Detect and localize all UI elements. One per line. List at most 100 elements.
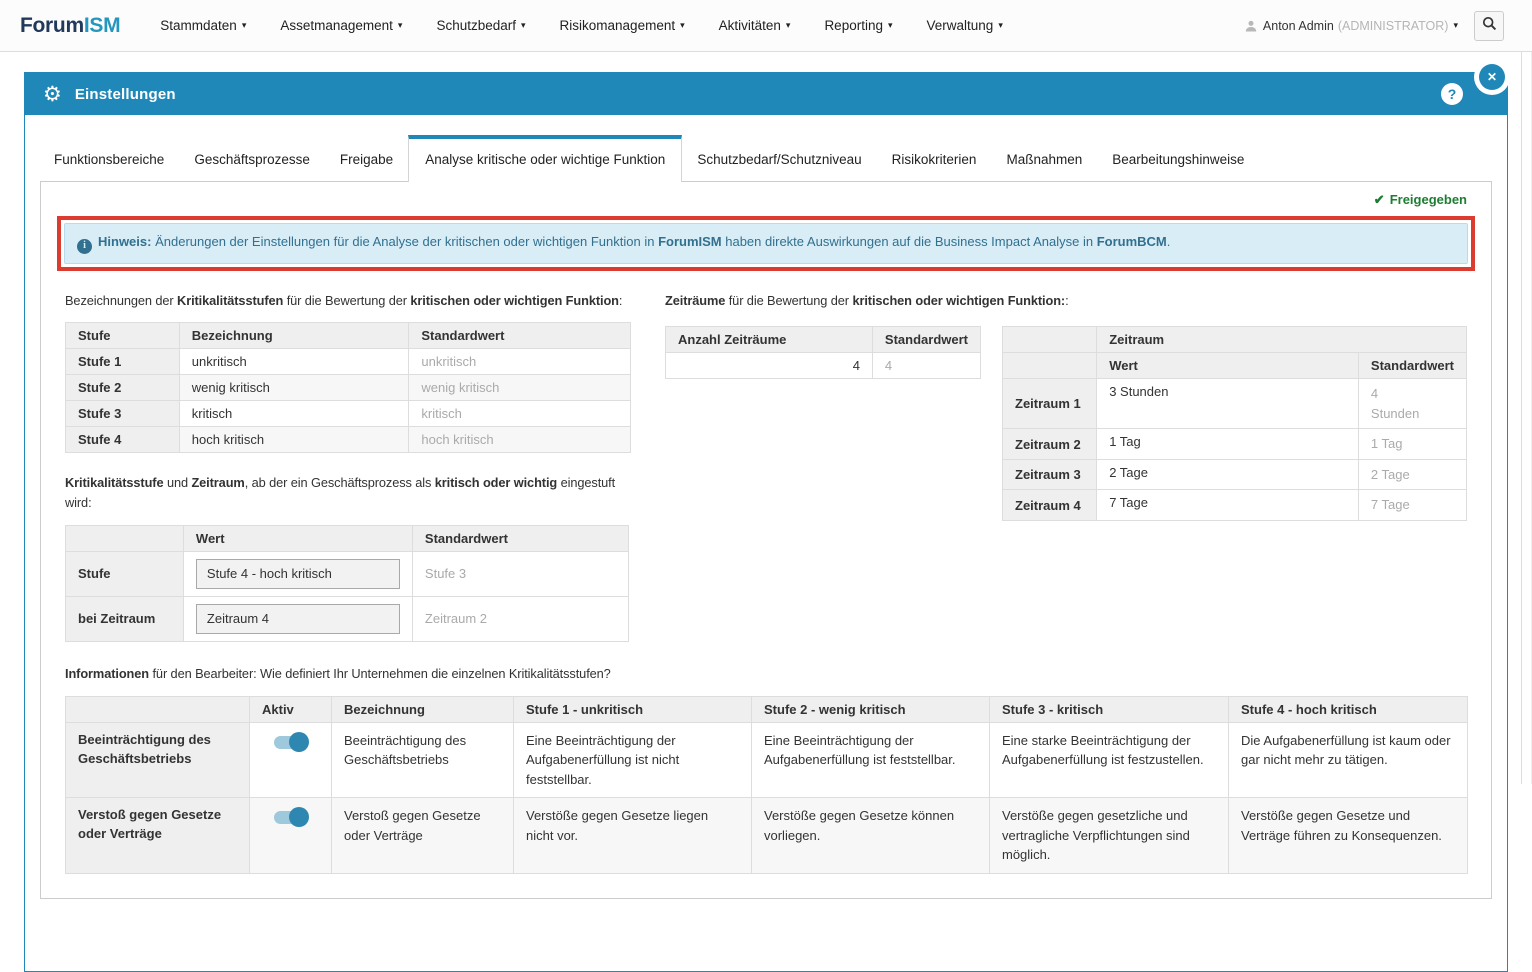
settings-window-header: ⚙ Einstellungen ? ✕ [25,73,1507,115]
bezeichnung-cell[interactable]: Verstoß gegen Gesetze oder Verträge [332,798,514,874]
row-label: Beeinträchtigung des Geschäftsbetriebs [66,722,250,798]
tab-freigabe[interactable]: Freigabe [325,140,408,181]
col-header-stufe1: Stufe 1 - unkritisch [514,696,752,722]
period-count-value[interactable]: 4 [666,353,873,379]
table-row: bei Zeitraum Zeitraum 2 [66,596,629,641]
col-header-wert: Wert [183,525,412,551]
tab-massnahmen[interactable]: Maßnahmen [991,140,1097,181]
chevron-down-icon [1453,20,1458,31]
menu-stammdaten[interactable]: Stammdaten [160,18,246,33]
info-icon: i [77,239,92,254]
tab-geschaeftsprozesse[interactable]: Geschäftsprozesse [179,140,325,181]
empty-header-cell [66,525,184,551]
stufe1-description-cell[interactable]: Verstöße gegen Gesetze liegen nicht vor. [514,798,752,874]
hint-text: Hinweis: Änderungen der Einstellungen fü… [98,234,1170,249]
help-button[interactable]: ? [1441,83,1463,105]
col-header-bezeichnung: Bezeichnung [332,696,514,722]
stufe3-description-cell[interactable]: Eine starke Beeinträchtigung der Aufgabe… [990,722,1229,798]
close-button[interactable]: ✕ [1479,64,1505,90]
menu-verwaltung[interactable]: Verwaltung [927,18,1003,33]
check-icon: ✔ [1374,192,1385,207]
search-button[interactable] [1474,11,1504,41]
tab-bearbeitungshinweise[interactable]: Bearbeitungshinweise [1097,140,1259,181]
user-icon [1245,20,1257,32]
table-group-header-row: Zeitraum [1003,327,1467,353]
criticality-section: Bezeichnungen der Kritikalitätsstufen fü… [65,283,631,642]
hint-banner: i Hinweis: Änderungen der Einstellungen f… [64,223,1468,264]
window-title: Einstellungen [75,86,176,103]
empty-header-cell [1003,327,1097,353]
logo-part-ism: ISM [84,14,120,37]
chevron-down-icon [998,20,1003,31]
aktiv-toggle[interactable] [274,736,307,749]
tab-risikokriterien[interactable]: Risikokriterien [877,140,992,181]
level-value-cell[interactable]: unkritisch [179,349,409,375]
row-label: Verstoß gegen Gesetze oder Verträge [66,798,250,874]
user-name: Anton Admin [1263,19,1334,33]
search-icon [1482,16,1497,36]
level-value-cell[interactable]: hoch kritisch [179,427,409,453]
zeitraum-select-field[interactable] [196,604,400,634]
periods-section: Zeiträume für die Bewertung der kritisch… [665,283,1467,642]
bezeichnung-cell[interactable]: Beeinträchtigung des Geschäftsbetriebs [332,722,514,798]
table-header-row: Anzahl Zeiträume Standardwert [666,327,981,353]
app-logo[interactable]: ForumISM [20,14,120,38]
row-label: Zeitraum 1 [1003,379,1097,429]
row-label: Stufe 1 [66,349,180,375]
editor-info-section: Informationen für den Bearbeiter: Wie de… [65,664,1467,874]
level-default-cell: hoch kritisch [409,427,631,453]
menu-assetmanagement[interactable]: Assetmanagement [280,18,402,33]
period-value-cell[interactable]: 7 Tage [1097,490,1359,521]
annotation-highlight-box: i Hinweis: Änderungen der Einstellungen f… [57,216,1475,271]
col-header-stufe2: Stufe 2 - wenig kritisch [752,696,990,722]
chevron-down-icon [786,20,791,31]
stufe2-description-cell[interactable]: Verstöße gegen Gesetze können vorliegen. [752,798,990,874]
menu-reporting[interactable]: Reporting [824,18,892,33]
stufe-select-field[interactable] [196,559,400,589]
table-row: Stufe 1 unkritisch unkritisch [66,349,631,375]
row-label: Zeitraum 2 [1003,429,1097,460]
level-value-cell[interactable]: wenig kritisch [179,375,409,401]
chevron-down-icon [242,20,247,31]
row-label: bei Zeitraum [66,596,184,641]
stufe2-description-cell[interactable]: Eine Beeinträchtigung der Aufgabenerfüll… [752,722,990,798]
row-label: Stufe 4 [66,427,180,453]
chevron-down-icon [888,20,893,31]
table-row: Stufe 2 wenig kritisch wenig kritisch [66,375,631,401]
period-default-cell: 4 Stunden [1358,379,1466,429]
table-row: Beeinträchtigung des Geschäftsbetriebs B… [66,722,1468,798]
period-default-cell: 1 Tag [1358,429,1466,460]
table-row: Zeitraum 3 2 Tage 2 Tage [1003,459,1467,490]
menu-aktivitaeten[interactable]: Aktivitäten [719,18,791,33]
menu-schutzbedarf[interactable]: Schutzbedarf [436,18,525,33]
stufe4-description-cell[interactable]: Verstöße gegen Gesetze und Verträge führ… [1229,798,1468,874]
tab-analyse-kritische-funktion[interactable]: Analyse kritische oder wichtige Funktion [408,135,682,182]
empty-header-cell [66,696,250,722]
period-value-cell[interactable]: 1 Tag [1097,429,1359,460]
col-header-anzahl: Anzahl Zeiträume [666,327,873,353]
tab-schutzbedarf-schutzniveau[interactable]: Schutzbedarf/Schutzniveau [682,140,876,181]
row-label: Stufe 3 [66,401,180,427]
col-header-aktiv: Aktiv [250,696,332,722]
user-menu[interactable]: Anton Admin (ADMINISTRATOR) [1245,19,1458,33]
period-value-cell[interactable]: 2 Tage [1097,459,1359,490]
level-value-cell[interactable]: kritisch [179,401,409,427]
table-row: Zeitraum 4 7 Tage 7 Tage [1003,490,1467,521]
status-label: Freigegeben [1390,192,1467,207]
table-row: Stufe Stufe 3 [66,551,629,596]
settings-tabbar: Funktionsbereiche Geschäftsprozesse Frei… [25,115,1507,181]
stufe3-description-cell[interactable]: Verstöße gegen gesetzliche und vertragli… [990,798,1229,874]
table-row: Verstoß gegen Gesetze oder Verträge Vers… [66,798,1468,874]
stufe1-description-cell[interactable]: Eine Beeinträchtigung der Aufgabenerfüll… [514,722,752,798]
aktiv-toggle[interactable] [274,811,307,824]
stufe4-description-cell[interactable]: Die Aufgabenerfüllung ist kaum oder gar … [1229,722,1468,798]
table-row: Stufe 4 hoch kritisch hoch kritisch [66,427,631,453]
user-role: (ADMINISTRATOR) [1338,19,1449,33]
tab-funktionsbereiche[interactable]: Funktionsbereiche [39,140,179,181]
logo-part-forum: Forum [20,14,84,37]
menu-risikomanagement[interactable]: Risikomanagement [560,18,685,33]
col-header-stufe: Stufe [66,323,180,349]
period-value-cell[interactable]: 3 Stunden [1097,379,1359,429]
table-header-row: Wert Standardwert [1003,353,1467,379]
vertical-scrollbar[interactable] [1521,52,1532,784]
